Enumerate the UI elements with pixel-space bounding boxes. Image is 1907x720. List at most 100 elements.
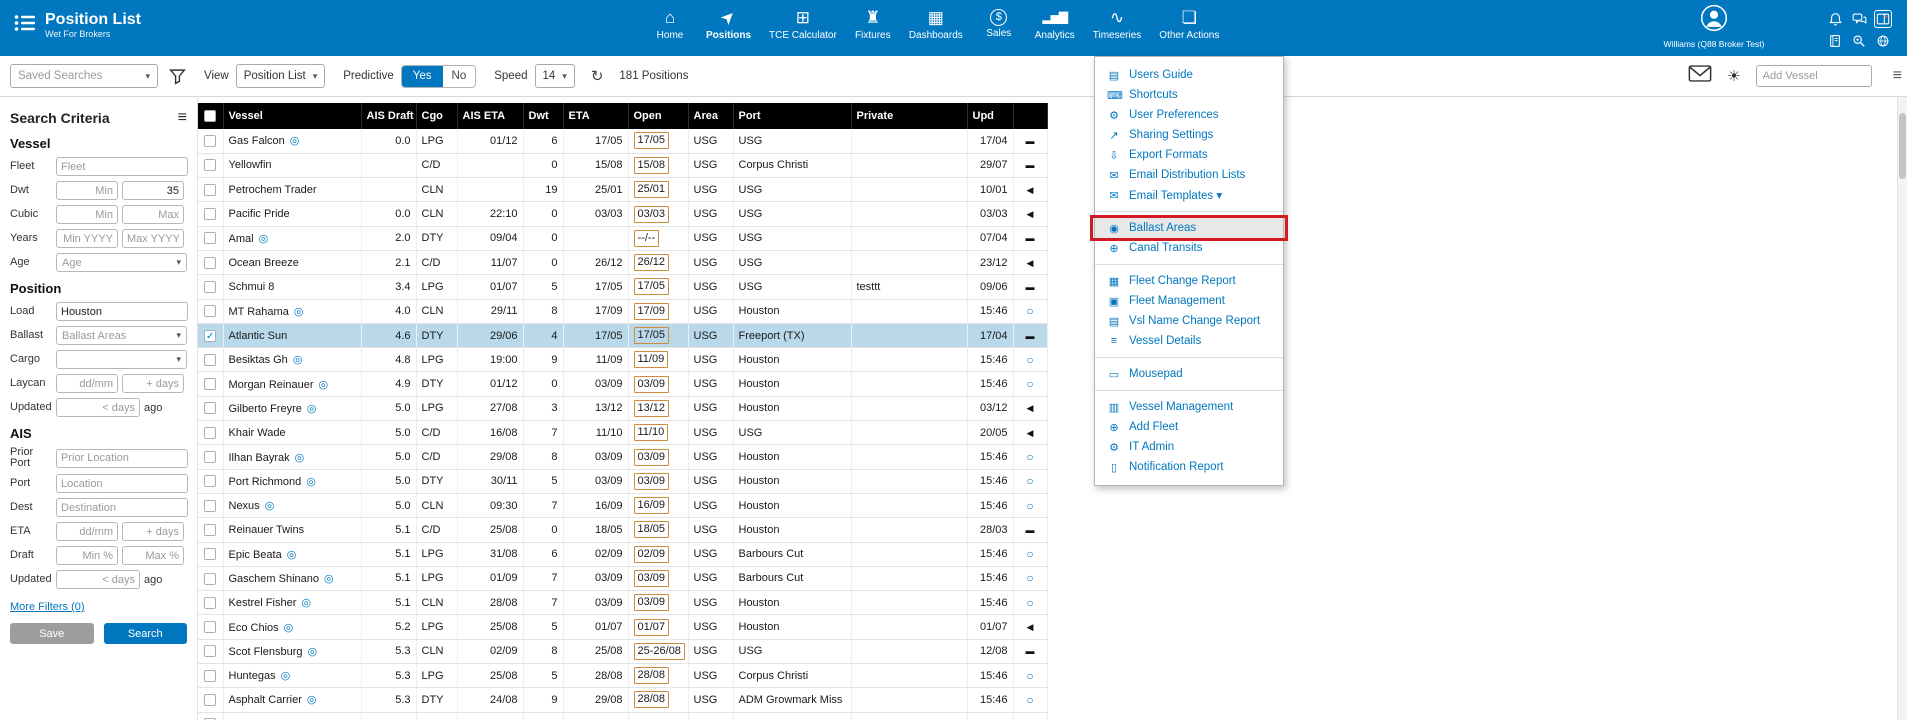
view-select[interactable]: Position List ▾	[236, 64, 326, 88]
vertical-scrollbar[interactable]	[1897, 97, 1907, 720]
input-port[interactable]	[56, 474, 188, 493]
table-row[interactable]: ✓Atlantic Sun4.6DTY29/06417/0517/05USGFr…	[198, 323, 1047, 347]
row-checkbox[interactable]	[204, 645, 216, 657]
app-brand[interactable]: Position List Wet For Brokers	[14, 11, 141, 39]
row-checkbox[interactable]	[204, 232, 216, 244]
select-age[interactable]: Age▾	[56, 253, 187, 272]
column-header-ais_eta[interactable]: AIS ETA	[457, 103, 523, 129]
select-all-checkbox[interactable]	[204, 110, 216, 122]
row-checkbox[interactable]	[204, 184, 216, 196]
table-row[interactable]: Gaschem Shinano◎5.1LPG01/09703/0903/09US…	[198, 566, 1047, 590]
row-checkbox[interactable]	[204, 475, 216, 487]
column-header-open[interactable]: Open	[628, 103, 688, 129]
column-header-draft[interactable]: AIS Draft▲	[361, 103, 416, 129]
row-checkbox[interactable]	[204, 670, 216, 682]
menu-item-sharing-settings[interactable]: ↗Sharing Settings	[1095, 125, 1283, 145]
row-checkbox[interactable]	[204, 208, 216, 220]
row-checkbox[interactable]	[204, 621, 216, 633]
nav-item-fixtures[interactable]: ♜Fixtures	[853, 7, 893, 41]
nav-item-analytics[interactable]: ▂▅▇Analytics	[1033, 7, 1077, 41]
nav-item-positions[interactable]: ➤Positions	[704, 7, 753, 41]
row-checkbox[interactable]	[204, 427, 216, 439]
column-header-vessel[interactable]: Vessel	[223, 103, 361, 129]
panel-toggle-icon[interactable]	[1874, 10, 1892, 28]
menu-item-vsl-name-change-report[interactable]: ▤Vsl Name Change Report	[1095, 311, 1283, 331]
input-draft[interactable]	[122, 546, 184, 565]
predictive-no-button[interactable]: No	[443, 66, 476, 87]
input-updated[interactable]	[56, 398, 140, 417]
column-header-private[interactable]: Private	[851, 103, 967, 129]
row-checkbox[interactable]	[204, 451, 216, 463]
nav-item-home[interactable]: ⌂Home	[650, 7, 690, 41]
menu-item-vessel-management[interactable]: ▥Vessel Management	[1095, 397, 1283, 417]
table-row[interactable]	[198, 712, 1047, 720]
row-checkbox[interactable]	[204, 402, 216, 414]
row-checkbox[interactable]	[204, 159, 216, 171]
input-laycan[interactable]	[122, 374, 184, 393]
menu-item-vessel-details[interactable]: ≡Vessel Details	[1095, 331, 1283, 351]
bell-icon[interactable]	[1828, 12, 1843, 27]
zoom-icon[interactable]	[1852, 34, 1866, 48]
saved-searches-select[interactable]: Saved Searches ▾	[10, 64, 158, 88]
nav-item-tce-calculator[interactable]: ⊞TCE Calculator	[767, 7, 839, 41]
menu-item-user-preferences[interactable]: ⚙User Preferences	[1095, 105, 1283, 125]
input-dwt[interactable]	[56, 181, 118, 200]
menu-item-notification-report[interactable]: ▯Notification Report	[1095, 457, 1283, 477]
menu-item-ballast-areas[interactable]: ◉Ballast Areas	[1095, 218, 1283, 238]
input-load[interactable]	[56, 302, 188, 321]
save-button[interactable]: Save	[10, 623, 94, 644]
table-row[interactable]: Gilberto Freyre◎5.0LPG27/08313/1213/12US…	[198, 396, 1047, 420]
row-checkbox[interactable]	[204, 354, 216, 366]
select-ballast[interactable]: Ballast Areas▾	[56, 326, 187, 345]
criteria-menu-icon[interactable]: ≡	[178, 109, 187, 127]
select-cargo[interactable]: ▾	[56, 350, 187, 369]
input-years[interactable]	[122, 229, 184, 248]
column-header-status[interactable]	[1013, 103, 1047, 129]
row-checkbox[interactable]	[204, 378, 216, 390]
row-checkbox[interactable]	[204, 257, 216, 269]
table-row[interactable]: YellowfinC/D015/0815/08USGCorpus Christi…	[198, 153, 1047, 177]
menu-item-export-formats[interactable]: ⇩Export Formats	[1095, 145, 1283, 165]
row-checkbox[interactable]	[204, 548, 216, 560]
notebook-icon[interactable]	[1828, 34, 1842, 48]
globe-icon[interactable]	[1876, 34, 1890, 48]
chat-icon[interactable]	[1852, 12, 1867, 27]
scrollbar-thumb[interactable]	[1899, 113, 1906, 179]
table-row[interactable]: Nexus◎5.0CLN09:30716/0916/09USGHouston15…	[198, 493, 1047, 517]
envelope-icon[interactable]	[1688, 65, 1712, 87]
column-header-cgo[interactable]: Cgo	[416, 103, 457, 129]
table-row[interactable]: MT Rahama◎4.0CLN29/11817/0917/09USGHoust…	[198, 299, 1047, 323]
menu-item-canal-transits[interactable]: ⊕Canal Transits	[1095, 238, 1283, 258]
menu-item-it-admin[interactable]: ⚙IT Admin	[1095, 437, 1283, 457]
menu-item-email-distribution-lists[interactable]: ✉Email Distribution Lists	[1095, 165, 1283, 185]
input-cubic[interactable]	[56, 205, 118, 224]
table-row[interactable]: Ilhan Bayrak◎5.0C/D29/08803/0903/09USGHo…	[198, 445, 1047, 469]
row-checkbox[interactable]	[204, 573, 216, 585]
more-filters-link[interactable]: More Filters (0)	[10, 601, 85, 613]
menu-item-fleet-change-report[interactable]: ▦Fleet Change Report	[1095, 271, 1283, 291]
row-checkbox[interactable]	[204, 281, 216, 293]
row-checkbox[interactable]	[204, 305, 216, 317]
table-row[interactable]: Besiktas Gh◎4.8LPG19:00911/0911/09USGHou…	[198, 348, 1047, 372]
table-row[interactable]: Huntegas◎5.3LPG25/08528/0828/08USGCorpus…	[198, 664, 1047, 688]
table-row[interactable]: Scot Flensburg◎5.3CLN02/09825/0825-26/08…	[198, 639, 1047, 663]
menu-item-email-templates[interactable]: ✉Email Templates ▾	[1095, 185, 1283, 205]
table-row[interactable]: Gas Falcon◎0.0LPG01/12617/0517/05USGUSG1…	[198, 129, 1047, 153]
column-header-upd[interactable]: Upd	[967, 103, 1013, 129]
input-fleet[interactable]	[56, 157, 188, 176]
table-row[interactable]: Schmui 83.4LPG01/07517/0517/05USGUSGtest…	[198, 275, 1047, 299]
column-header-area[interactable]: Area	[688, 103, 733, 129]
column-header-dwt[interactable]: Dwt	[523, 103, 563, 129]
input-dwt[interactable]	[122, 181, 184, 200]
table-row[interactable]: Morgan Reinauer◎4.9DTY01/12003/0903/09US…	[198, 372, 1047, 396]
row-checkbox[interactable]	[204, 500, 216, 512]
user-block[interactable]: Williams (Q88 Broker Test)	[1639, 4, 1789, 49]
table-row[interactable]: Reinauer Twins5.1C/D25/08018/0518/05USGH…	[198, 518, 1047, 542]
input-cubic[interactable]	[122, 205, 184, 224]
menu-item-shortcuts[interactable]: ⌨Shortcuts	[1095, 85, 1283, 105]
menu-item-mousepad[interactable]: ▭Mousepad	[1095, 364, 1283, 384]
input-years[interactable]	[56, 229, 118, 248]
table-row[interactable]: Khair Wade5.0C/D16/08711/1011/10USGUSG20…	[198, 421, 1047, 445]
input-eta[interactable]	[122, 522, 184, 541]
input-draft[interactable]	[56, 546, 118, 565]
